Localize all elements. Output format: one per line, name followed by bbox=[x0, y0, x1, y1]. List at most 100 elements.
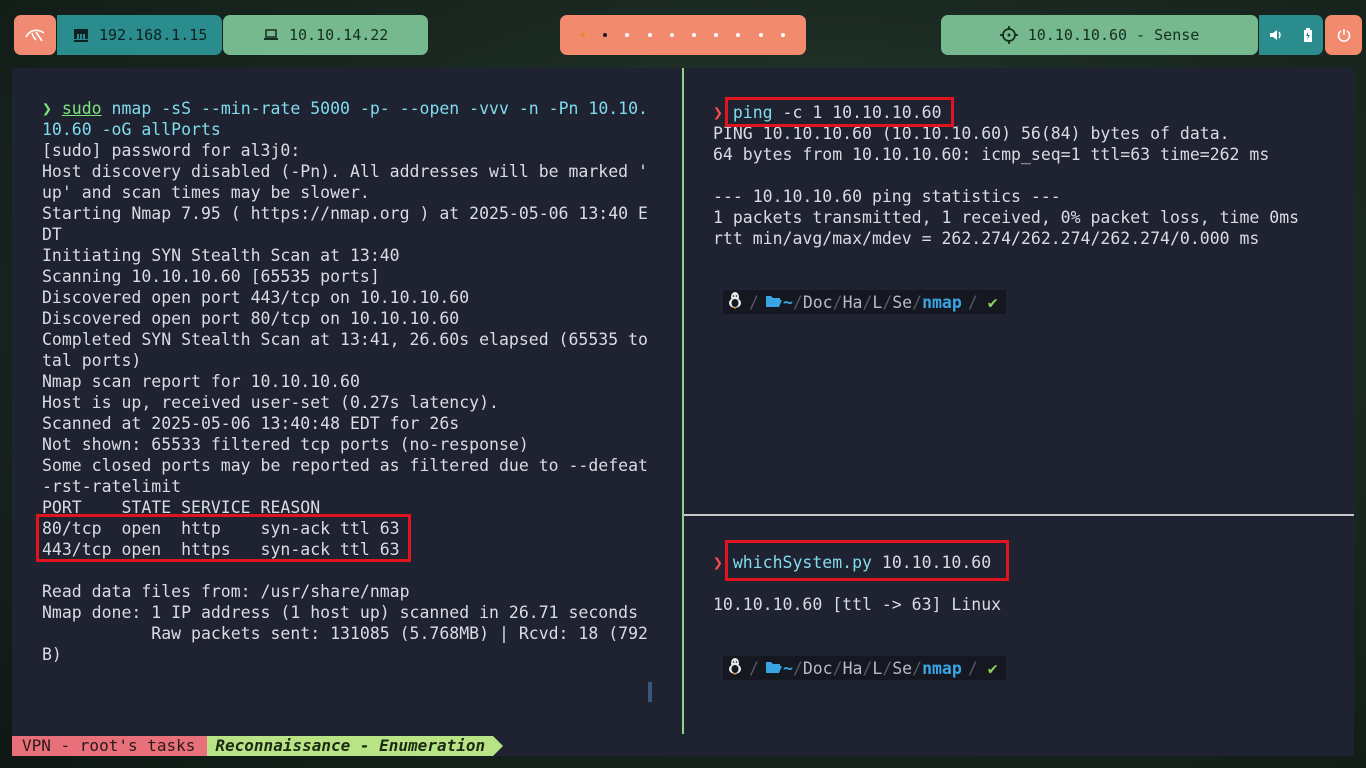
battery-icon[interactable] bbox=[1303, 28, 1313, 42]
workspace-dot[interactable] bbox=[603, 33, 608, 37]
crosshair-icon bbox=[999, 26, 1018, 44]
path-segments-top: /Doc/Ha/L/Se/nmap bbox=[793, 293, 962, 312]
output-line: up' and scan times may be slower. bbox=[42, 183, 370, 202]
path-slash: / bbox=[882, 658, 893, 678]
path-slash: / bbox=[832, 658, 843, 678]
path-separator: / bbox=[967, 292, 978, 312]
path-home: ~ bbox=[782, 658, 793, 678]
prompt-symbol: ❯ bbox=[42, 99, 52, 118]
linux-tux-icon bbox=[727, 657, 743, 679]
vpn-ip-indicator: 10.10.14.22 bbox=[223, 15, 428, 55]
open-ports-highlight bbox=[36, 514, 411, 562]
window-name[interactable]: Reconnaissance - Enumeration bbox=[207, 736, 494, 756]
output-line: --- 10.10.10.60 ping statistics --- bbox=[713, 187, 1061, 206]
folder-open-icon bbox=[765, 659, 783, 678]
ping-output: PING 10.10.10.60 (10.10.10.60) 56(84) by… bbox=[713, 123, 1299, 249]
workspace-dot[interactable] bbox=[780, 33, 785, 37]
workspace-dot[interactable] bbox=[625, 33, 630, 37]
local-ip-indicator: 192.168.1.15 bbox=[57, 15, 222, 55]
workspace-dot[interactable] bbox=[758, 33, 763, 37]
powerline-arrow bbox=[493, 736, 504, 756]
path-slash: / bbox=[832, 292, 843, 312]
workspace-dot[interactable] bbox=[581, 33, 586, 37]
path-separator: / bbox=[967, 658, 978, 678]
path-segment: Se bbox=[892, 292, 913, 312]
path-separator: / bbox=[749, 292, 759, 312]
path-segment: Ha bbox=[842, 292, 863, 312]
volume-icon[interactable] bbox=[1269, 29, 1283, 41]
whichsystem-command-highlight bbox=[725, 540, 1009, 581]
output-line: B) bbox=[42, 645, 62, 664]
output-line: Nmap done: 1 IP address (1 host up) scan… bbox=[42, 603, 639, 622]
output-line: DT bbox=[42, 225, 62, 244]
output-line: Raw packets sent: 131085 (5.768MB) | Rcv… bbox=[42, 624, 648, 643]
workspace-dot[interactable] bbox=[692, 33, 697, 37]
session-name[interactable]: VPN - root's tasks bbox=[12, 736, 208, 756]
path-segment: Doc bbox=[802, 292, 833, 312]
output-line: Discovered open port 80/tcp on 10.10.10.… bbox=[42, 309, 460, 328]
launcher-button[interactable] bbox=[14, 15, 56, 55]
target-value: 10.10.10.60 - Sense bbox=[1027, 26, 1200, 44]
command-continuation: 10.60 -oG allPorts bbox=[42, 120, 221, 139]
path-home: ~ bbox=[782, 292, 793, 312]
path-segment: Doc bbox=[802, 658, 833, 678]
path-current-dir: nmap bbox=[922, 292, 962, 312]
workspace-switcher[interactable] bbox=[560, 15, 806, 55]
path-slash: / bbox=[792, 292, 803, 312]
folder-open-icon bbox=[765, 293, 783, 312]
path-slash: / bbox=[912, 292, 923, 312]
terminal-window[interactable]: ❯ sudo nmap -sS --min-rate 5000 -p- --op… bbox=[12, 68, 1354, 756]
output-line: Starting Nmap 7.95 ( https://nmap.org ) … bbox=[42, 204, 648, 223]
laptop-icon bbox=[263, 29, 279, 41]
output-line: tal ports) bbox=[42, 351, 142, 370]
tmux-statusbar: VPN - root's tasks Reconnaissance - Enum… bbox=[12, 736, 504, 756]
output-line: Scanning 10.10.10.60 [65535 ports] bbox=[42, 267, 380, 286]
output-line: Nmap scan report for 10.10.10.60 bbox=[42, 372, 360, 391]
kali-dragon-icon bbox=[24, 27, 46, 43]
output-line: 10.10.10.60 [ttl -> 63] Linux bbox=[713, 595, 1002, 614]
path-segment: L bbox=[872, 292, 883, 312]
workspace-dot[interactable] bbox=[714, 33, 719, 37]
ping-command-highlight bbox=[725, 97, 954, 127]
pane-divider-vertical[interactable] bbox=[682, 68, 684, 734]
output-line: Discovered open port 443/tcp on 10.10.10… bbox=[42, 288, 470, 307]
text-cursor bbox=[648, 682, 652, 702]
workspace-dot[interactable] bbox=[736, 33, 741, 37]
prompt-pathbar-top: / ~ /Doc/Ha/L/Se/nmap / ✔ bbox=[723, 290, 1006, 314]
output-line: Initiating SYN Stealth Scan at 13:40 bbox=[42, 246, 400, 265]
path-segment: L bbox=[872, 658, 883, 678]
path-segment: Ha bbox=[842, 658, 863, 678]
path-separator: / bbox=[749, 658, 759, 678]
system-tray bbox=[1259, 15, 1323, 55]
terminal-pane-left[interactable]: ❯ sudo nmap -sS --min-rate 5000 -p- --op… bbox=[42, 98, 648, 665]
local-ip-value: 192.168.1.15 bbox=[99, 26, 208, 44]
vpn-ip-value: 10.10.14.22 bbox=[289, 26, 389, 44]
prompt-pathbar-bottom: / ~ /Doc/Ha/L/Se/nmap / ✔ bbox=[723, 656, 1006, 680]
path-segment: Se bbox=[892, 658, 913, 678]
ethernet-icon bbox=[73, 28, 89, 42]
output-line: Completed SYN Stealth Scan at 13:41, 26.… bbox=[42, 330, 648, 349]
path-slash: / bbox=[862, 658, 873, 678]
output-line: rtt min/avg/max/mdev = 262.274/262.274/2… bbox=[713, 229, 1260, 248]
path-slash: / bbox=[912, 658, 923, 678]
path-slash: / bbox=[862, 292, 873, 312]
output-line: 1 packets transmitted, 1 received, 0% pa… bbox=[713, 208, 1300, 227]
output-line: Host discovery disabled (-Pn). All addre… bbox=[42, 162, 648, 181]
output-line: -rst-ratelimit bbox=[42, 477, 182, 496]
output-line: Not shown: 65533 filtered tcp ports (no-… bbox=[42, 435, 529, 454]
output-line: [sudo] password for al3j0: bbox=[42, 141, 301, 160]
power-button[interactable] bbox=[1325, 15, 1362, 55]
check-icon: ✔ bbox=[987, 658, 998, 678]
workspace-dot[interactable] bbox=[647, 33, 652, 37]
linux-tux-icon bbox=[727, 291, 743, 313]
power-icon bbox=[1337, 28, 1351, 42]
workspace-dot[interactable] bbox=[669, 33, 674, 37]
prompt-symbol: ❯ bbox=[713, 553, 723, 572]
check-icon: ✔ bbox=[987, 292, 998, 312]
output-line: Host is up, received user-set (0.27s lat… bbox=[42, 393, 499, 412]
pane-divider-horizontal[interactable] bbox=[684, 514, 1354, 516]
command-sudo: sudo bbox=[61, 99, 102, 118]
output-line: Some closed ports may be reported as fil… bbox=[42, 456, 648, 475]
